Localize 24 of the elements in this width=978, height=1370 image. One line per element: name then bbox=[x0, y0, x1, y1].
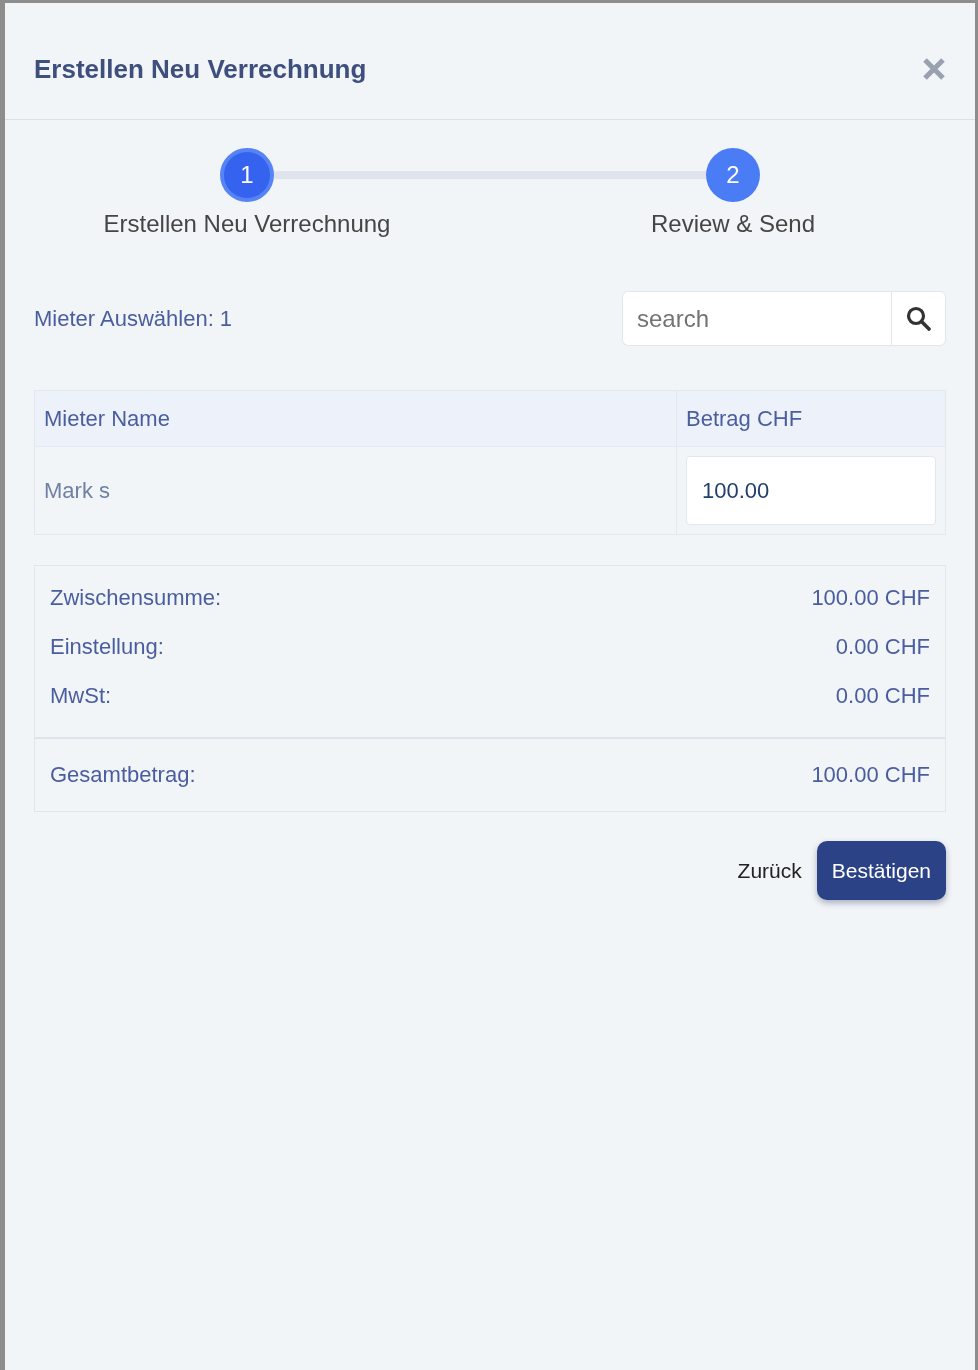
step-circle: 2 bbox=[706, 148, 760, 202]
summary-label: MwSt: bbox=[50, 682, 112, 709]
search-field[interactable]: search bbox=[622, 291, 891, 346]
amount-field[interactable]: 100.00 bbox=[686, 456, 936, 525]
step-label: Erstellen Neu Verrechnung bbox=[102, 210, 392, 238]
confirm-button[interactable]: Bestätigen bbox=[816, 841, 946, 900]
dialog-title: Erstellen Neu Verrechnung bbox=[34, 53, 367, 85]
summary-value: 0.00 CHF bbox=[835, 633, 930, 660]
search-button[interactable] bbox=[891, 291, 946, 346]
column-header: Mieter Name bbox=[35, 391, 676, 446]
summary-label: Zwischensumme: bbox=[50, 584, 222, 611]
total-value: 100.00 CHF bbox=[811, 762, 930, 788]
summary-label: Einstellung: bbox=[50, 633, 164, 660]
total-label: Gesamtbetrag: bbox=[50, 762, 196, 788]
tenant-count-label: Mieter Auswählen: 1 bbox=[34, 305, 233, 332]
column-header: Betrag CHF bbox=[676, 391, 945, 446]
table-cell: Mark s bbox=[35, 446, 676, 534]
close-icon bbox=[922, 57, 946, 81]
summary-value: 0.00 CHF bbox=[835, 682, 930, 709]
search-icon bbox=[906, 306, 931, 331]
step-label: Review & Send bbox=[649, 210, 817, 238]
back-button[interactable]: Zurück bbox=[737, 858, 802, 883]
summary-value: 100.00 CHF bbox=[811, 584, 930, 611]
step-circle: 1 bbox=[220, 148, 274, 202]
